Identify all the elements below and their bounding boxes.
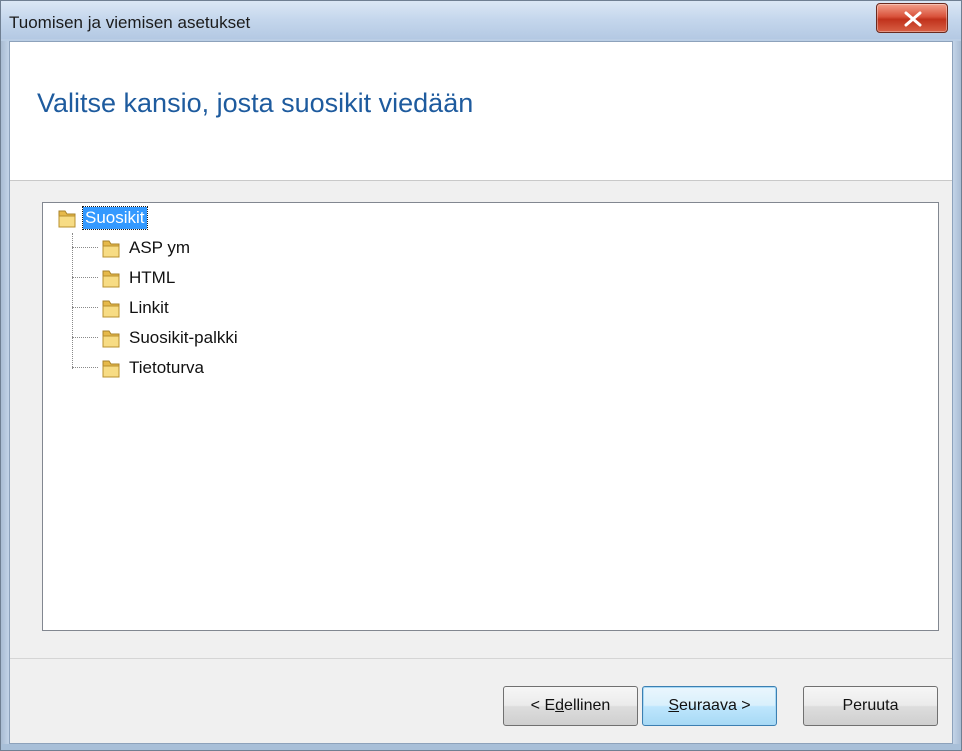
- tree-item-linkit[interactable]: Linkit: [101, 293, 171, 323]
- tree-item-tietoturva[interactable]: Tietoturva: [101, 353, 206, 383]
- tree-item-label: Tietoturva: [129, 358, 204, 377]
- close-x-icon: [904, 11, 922, 27]
- frame-right: [953, 41, 961, 744]
- folder-icon: [101, 237, 121, 259]
- title-bar[interactable]: Tuomisen ja viemisen asetukset: [1, 1, 961, 39]
- folder-tree[interactable]: Suosikit ASP ym HTML Linkit Suosikit-pal…: [42, 202, 939, 631]
- tree-item-label: Linkit: [129, 298, 169, 317]
- tree-connector: [72, 277, 98, 278]
- next-mnemonic: S: [668, 697, 680, 714]
- tree-connector-vertical: [72, 233, 73, 369]
- folder-icon: [101, 297, 121, 319]
- tree-item-label: HTML: [129, 268, 176, 287]
- back-label-suffix: ellinen: [564, 697, 611, 714]
- tree-item-html[interactable]: HTML: [101, 263, 177, 293]
- back-label-prefix: < E: [530, 697, 556, 714]
- dialog-window: Tuomisen ja viemisen asetukset Valitse k…: [0, 0, 962, 751]
- tree-item-asp-ym[interactable]: ASP ym: [101, 233, 192, 263]
- folder-icon: [101, 357, 121, 379]
- cancel-button[interactable]: Peruuta: [803, 686, 938, 726]
- window-title: Tuomisen ja viemisen asetukset: [9, 13, 251, 32]
- back-button[interactable]: < Edellinen: [503, 686, 638, 726]
- back-mnemonic: d: [555, 697, 565, 714]
- next-label-suffix: euraava >: [679, 697, 751, 714]
- folder-icon: [57, 207, 77, 229]
- folder-icon: [101, 267, 121, 289]
- tree-item-suosikit-palkki[interactable]: Suosikit-palkki: [101, 323, 240, 353]
- cancel-label: Peruuta: [842, 697, 899, 714]
- next-button[interactable]: Seuraava >: [642, 686, 777, 726]
- footer-separator: [10, 658, 952, 659]
- tree-item-suosikit[interactable]: Suosikit: [57, 203, 148, 233]
- dialog-client-area: Valitse kansio, josta suosikit viedään S…: [9, 41, 953, 744]
- tree-item-label: Suosikit-palkki: [129, 328, 238, 347]
- close-button[interactable]: [876, 3, 948, 33]
- tree-connector: [72, 247, 98, 248]
- tree-connector: [72, 367, 98, 368]
- header-panel: Valitse kansio, josta suosikit viedään: [10, 42, 952, 181]
- tree-item-label: Suosikit: [82, 206, 148, 230]
- frame-left: [1, 41, 9, 744]
- tree-item-label: ASP ym: [129, 238, 191, 257]
- tree-connector: [72, 337, 98, 338]
- folder-icon: [101, 327, 121, 349]
- tree-connector: [72, 307, 98, 308]
- page-title: Valitse kansio, josta suosikit viedään: [37, 88, 474, 118]
